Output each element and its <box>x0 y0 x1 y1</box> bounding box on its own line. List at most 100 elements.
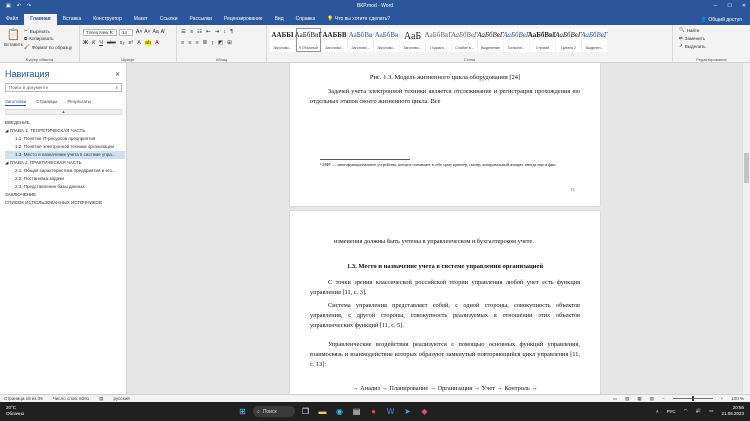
numbering-icon[interactable]: ≡ <box>190 29 193 35</box>
nav-tab-headings[interactable]: Заголовки <box>5 99 27 106</box>
style-subtitle[interactable]: АаБбВвГ Подзаго... <box>425 28 452 52</box>
chevron-up-icon[interactable]: ˄ <box>656 409 659 414</box>
print-layout-icon[interactable]: ▦ <box>637 396 641 402</box>
proofing-icon[interactable]: ▤ <box>99 396 103 402</box>
style-heading-3[interactable]: АаБбВв Заголово... <box>348 28 373 52</box>
tab-references[interactable]: Ссылки <box>154 14 184 25</box>
maximize-icon[interactable]: ☐ <box>727 3 731 9</box>
style-heading-1[interactable]: ААББІ Заголово... <box>270 28 295 52</box>
tab-insert[interactable]: Вставка <box>57 14 88 25</box>
save-icon[interactable]: ▣ <box>6 3 11 9</box>
weather-widget[interactable]: 20°C Облачно <box>6 405 24 417</box>
nav-search-input[interactable]: Поиск в документе ⌕ <box>5 83 122 92</box>
taskbar-search[interactable]: ⌕ Поиск <box>253 406 295 417</box>
justify-icon[interactable]: ≣ <box>203 40 208 46</box>
focus-icon[interactable]: ▭ <box>613 396 617 402</box>
paste-button[interactable]: 📋 Вставить <box>4 28 23 47</box>
style-normal[interactable]: АаБбВвГ ¶ Обычный <box>295 28 322 52</box>
store-icon[interactable]: ▤ <box>350 405 363 418</box>
highlight-icon[interactable]: ab <box>144 40 152 46</box>
chrome-icon[interactable]: ● <box>367 405 380 418</box>
italic-icon[interactable]: К <box>92 40 95 46</box>
zoom-thumb[interactable] <box>691 396 694 401</box>
pilcrow-icon[interactable]: ¶ <box>230 29 233 35</box>
align-center-icon[interactable]: ≡ <box>188 40 191 46</box>
line-spacing-icon[interactable]: ↨ <box>211 40 214 46</box>
word-count[interactable]: Число слов: 8291 <box>53 396 90 401</box>
nav-close-icon[interactable]: ✕ <box>115 71 120 78</box>
align-buttons[interactable]: ≡ ≡ ≡ ≣ ↨ ◩ ⊞ <box>181 40 232 46</box>
replace-button[interactable]: ⇄ Заменить <box>679 35 705 41</box>
cut-button[interactable]: ✂ Вырезать <box>24 28 50 34</box>
tab-mailings[interactable]: Рассылки <box>184 14 218 25</box>
nav-item-2-1[interactable]: 2.1. Общая характеристика предприятия и … <box>5 167 125 175</box>
copy-button[interactable]: ⧉ Копировать <box>24 36 53 41</box>
tell-me-search[interactable]: 💡 Что вы хотите сделать? <box>321 14 396 25</box>
sort-icon[interactable]: ↕ <box>223 29 226 35</box>
vertical-scrollbar[interactable] <box>742 63 750 394</box>
increase-indent-icon[interactable]: ⇥ <box>215 29 220 35</box>
subscript-icon[interactable]: x₂ <box>120 40 125 46</box>
style-heading-4[interactable]: АаБбВв Заголово... <box>374 28 399 52</box>
tab-view[interactable]: Вид <box>269 14 290 25</box>
decrease-indent-icon[interactable]: ⇤ <box>206 29 211 35</box>
search-icon[interactable]: ⌕ <box>115 84 118 92</box>
windows-start-icon[interactable]: ⊞ <box>236 405 249 418</box>
bullets-icon[interactable]: ☰ <box>181 29 186 35</box>
page-count[interactable]: Страница 16 из 39 <box>4 396 43 401</box>
tab-design[interactable]: Конструктор <box>87 14 128 25</box>
language-indicator[interactable]: русский <box>114 396 130 401</box>
superscript-icon[interactable]: x² <box>129 40 134 46</box>
clock[interactable]: 20:56 21.05.2023 <box>721 405 744 417</box>
app-icon[interactable]: ◆ <box>418 405 431 418</box>
font-size-buttons[interactable]: A˄ A˅ Aa A̸ <box>136 29 164 35</box>
web-layout-icon[interactable]: ▧ <box>650 396 654 402</box>
style-emphasis[interactable]: АаБбВвГ Выделение <box>477 28 504 52</box>
multilevel-icon[interactable]: ☷ <box>197 29 202 35</box>
style-subtle-emphasis[interactable]: АаБбВвГ Слабое в... <box>451 28 478 52</box>
redo-icon[interactable]: ↷ <box>27 3 31 9</box>
shading-icon[interactable]: ◩ <box>218 40 223 46</box>
font-color-icon[interactable]: A <box>155 40 159 46</box>
tab-file[interactable]: Файл <box>0 14 24 25</box>
list-buttons[interactable]: ☰ ≡ ☷ ⇤ ⇥ ↕ ¶ <box>181 29 233 35</box>
read-mode-icon[interactable]: ▥ <box>625 396 629 402</box>
style-intense-quote[interactable]: АаБбВвГ Выделен... <box>581 28 608 52</box>
nav-tab-pages[interactable]: Страницы <box>36 99 57 106</box>
align-right-icon[interactable]: ≡ <box>195 40 198 46</box>
minimize-icon[interactable]: ─ <box>714 3 718 9</box>
find-button[interactable]: 🔍 Найти <box>679 27 699 33</box>
nav-item-1-3[interactable]: 1.3. Место и назначение учета в системе … <box>5 151 125 159</box>
nav-tab-results[interactable]: Результаты <box>67 99 91 106</box>
style-heading-2[interactable]: ААББВ Заголово... <box>322 28 347 52</box>
zoom-slider[interactable] <box>672 396 713 401</box>
tab-review[interactable]: Рецензирование <box>218 14 269 25</box>
undo-icon[interactable]: ↶ <box>17 3 21 9</box>
nav-item-chapter-1[interactable]: ◢ ГЛАВА 1. ТЕОРЕТИЧЕСКАЯ ЧАСТЬ <box>5 127 125 135</box>
font-format-buttons[interactable]: Ж К Чabc x₂ x² Aab A <box>83 40 159 46</box>
telegram-icon[interactable]: ➤ <box>401 405 414 418</box>
battery-icon[interactable]: ▭ <box>709 408 713 414</box>
zoom-in-icon[interactable]: + <box>721 396 724 401</box>
nav-item-1-2[interactable]: 1.2. Понятие электронной техники организ… <box>5 143 125 151</box>
zoom-level[interactable]: 100 % <box>731 396 744 401</box>
nav-item-chapter-2[interactable]: ◢ ГЛАВА 2. ПРАКТИЧЕСКАЯ ЧАСТЬ <box>5 159 125 167</box>
close-icon[interactable]: ✕ <box>742 3 746 9</box>
nav-item-1-1[interactable]: 1.1. Понятие IT-ресурсов предприятия <box>5 135 125 143</box>
document-page[interactable]: Рис. 1.3. Модель жизненного цикла оборуд… <box>290 63 600 206</box>
style-title[interactable]: АаБ Заголово... <box>400 28 425 52</box>
font-name-select[interactable]: Times New R <box>83 29 117 36</box>
style-intense-emphasis[interactable]: АаБбВвГ Сильное... <box>503 28 530 52</box>
share-button[interactable]: 👤 Общий доступ <box>701 17 742 23</box>
strikethrough-icon[interactable]: abc <box>107 40 116 46</box>
scroll-thumb[interactable] <box>744 153 749 183</box>
style-strong[interactable]: АаБбВвГ Строгий <box>528 28 557 52</box>
format-painter-button[interactable]: 🖌 Формат по образцу <box>24 44 72 50</box>
style-quote-2[interactable]: АаБбВвГ Цитата 2 <box>555 28 582 52</box>
text-effects-icon[interactable]: A <box>137 40 141 46</box>
select-button[interactable]: ➚ Выделить <box>679 43 706 49</box>
align-left-icon[interactable]: ≡ <box>181 40 184 46</box>
nav-item-2-3[interactable]: 2.3. Представление базы данных <box>5 183 125 191</box>
input-language[interactable]: РУС <box>667 409 676 414</box>
zoom-out-icon[interactable]: − <box>662 396 665 401</box>
